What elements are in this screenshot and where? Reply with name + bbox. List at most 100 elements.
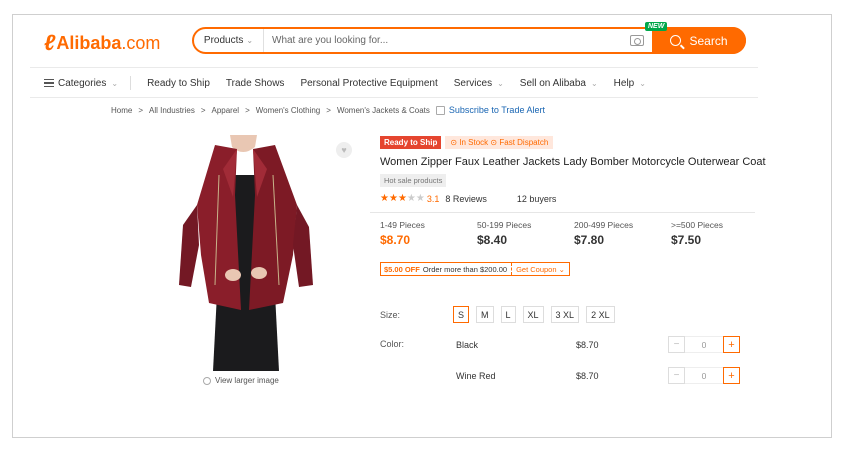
breadcrumb-link[interactable]: All Industries [149,106,195,115]
variant-price: $8.70 [576,370,599,381]
nav-separator [130,76,132,90]
nav-label: Help [613,77,635,89]
price-tier: 50-199 Pieces $8.40 [477,220,574,247]
decrement-button[interactable]: − [668,367,685,384]
coupon-amount: $5.00 OFF [384,264,420,274]
nav-label: Sell on Alibaba [519,77,586,89]
coupon-banner: $5.00 OFF Order more than $200.00 Get Co… [380,262,570,276]
quantity-stepper: − 0 + [668,367,740,384]
divider [370,212,755,213]
search-bar: Products ⌄ Search [192,27,746,54]
breadcrumb: Home > All Industries > Apparel > Women's C… [111,105,545,115]
search-button-label: Search [689,33,728,48]
size-label: Size: [380,310,401,320]
check-circle-icon: ⊙ [490,138,498,147]
variant-name: Wine Red [456,370,496,381]
price-tier: 1-49 Pieces $8.70 [380,220,477,247]
variant-row: Wine Red $8.70 − 0 + [456,367,740,384]
quantity-stepper: − 0 + [668,336,740,353]
check-circle-icon: ⊙ [450,138,458,147]
variant-name: Black [456,339,479,350]
quantity-input[interactable]: 0 [685,367,723,384]
search-category-dropdown[interactable]: Products ⌄ [194,29,264,52]
breadcrumb-link[interactable]: Apparel [211,106,239,115]
breadcrumb-separator: > [245,105,250,115]
alibaba-logo[interactable]: ℓ Alibaba .com [44,30,160,56]
variant-row: Black $8.70 − 0 + [456,336,740,353]
star-icon: ★ [397,193,407,204]
color-label: Color: [380,339,405,349]
rating-score: 3.1 [426,193,440,204]
star-icon: ★ [388,193,398,204]
tier-quantity: 50-199 Pieces [477,220,532,230]
nav-label: Personal Protective Equipment [300,77,438,89]
reviews-link[interactable]: 8 Reviews [445,194,487,204]
menu-icon [44,79,54,87]
size-options: S M L XL 3 XL 2 XL [453,306,622,323]
chevron-down-icon: ⌄ [111,78,119,88]
search-button[interactable]: Search [652,27,746,54]
nav-sell-on-alibaba[interactable]: Sell on Alibaba ⌄ [520,78,598,89]
divider [30,97,758,98]
size-option[interactable]: S [453,306,470,323]
hot-sale-tag: Hot sale products [380,174,447,187]
jacket-illustration [175,135,315,371]
nav-ppe[interactable]: Personal Protective Equipment [300,78,437,89]
breadcrumb-link[interactable]: Home [111,106,132,115]
search-category-label: Products [203,35,244,46]
nav-ready-to-ship[interactable]: Ready to Ship [147,78,210,89]
chevron-down-icon: ⌄ [246,36,254,45]
chevron-down-icon: ⌄ [639,78,646,88]
divider [30,67,758,68]
nav-services[interactable]: Services ⌄ [454,78,504,89]
size-option[interactable]: XL [522,306,544,323]
tier-price: $8.70 [380,233,411,247]
breadcrumb-link[interactable]: Women's Jackets & Coats [337,106,430,115]
price-tier: 200-499 Pieces $7.80 [574,220,671,247]
chevron-down-icon: ⌄ [497,78,504,88]
variant-price: $8.70 [576,339,599,350]
tier-quantity: >=500 Pieces [671,220,723,230]
product-badges: Ready to Ship ⊙ In Stock ⊙ Fast Dispatch [380,136,554,149]
product-title: Women Zipper Faux Leather Jackets Lady B… [380,156,766,168]
alibaba-logo-icon: ℓ [44,30,55,55]
subscribe-link[interactable]: Subscribe to Trade Alert [449,105,545,115]
buyers-count: 12 buyers [516,193,557,204]
stock-badge: ⊙ In Stock ⊙ Fast Dispatch [445,136,554,149]
rating-row: ★ ★ ★ ★ ★ 3.1 8 Reviews 12 buyers [380,193,556,204]
nav-help[interactable]: Help ⌄ [614,78,646,89]
size-option[interactable]: L [500,306,516,323]
fast-dispatch-label: Fast Dispatch [499,138,549,147]
view-larger-link[interactable]: View larger image [203,376,279,385]
size-option[interactable]: 3 XL [550,306,580,323]
tier-price: $7.80 [574,233,605,247]
nav-trade-shows[interactable]: Trade Shows [226,78,285,89]
nav-label: Services [453,77,493,89]
search-input[interactable] [264,29,630,52]
product-image[interactable] [175,135,315,371]
chevron-down-icon: ⌄ [590,78,598,88]
nav-categories[interactable]: Categories ⌄ [44,78,118,89]
increment-button[interactable]: + [723,367,740,384]
tier-price: $7.50 [671,233,702,247]
star-icon: ★ [406,193,416,204]
size-option[interactable]: M [476,306,494,323]
size-option[interactable]: 2 XL [586,306,615,323]
get-coupon-button[interactable]: Get Coupon ⌄ [511,263,569,275]
zoom-icon [203,376,211,385]
nav-categories-label: Categories [58,77,107,89]
star-icon: ★ [380,193,389,204]
price-tiers: 1-49 Pieces $8.70 50-199 Pieces $8.40 20… [380,220,768,247]
breadcrumb-link[interactable]: Women's Clothing [256,106,321,115]
nav-label: Trade Shows [225,77,285,89]
breadcrumb-separator: > [138,105,144,115]
camera-icon[interactable] [630,35,644,46]
view-larger-label: View larger image [215,376,279,385]
get-coupon-label: Get Coupon [516,264,557,274]
logo-domain: .com [121,32,161,53]
tier-price: $8.40 [477,233,508,247]
increment-button[interactable]: + [723,336,740,353]
heart-icon[interactable]: ♥ [336,142,352,158]
quantity-input[interactable]: 0 [685,336,723,353]
decrement-button[interactable]: − [668,336,685,353]
